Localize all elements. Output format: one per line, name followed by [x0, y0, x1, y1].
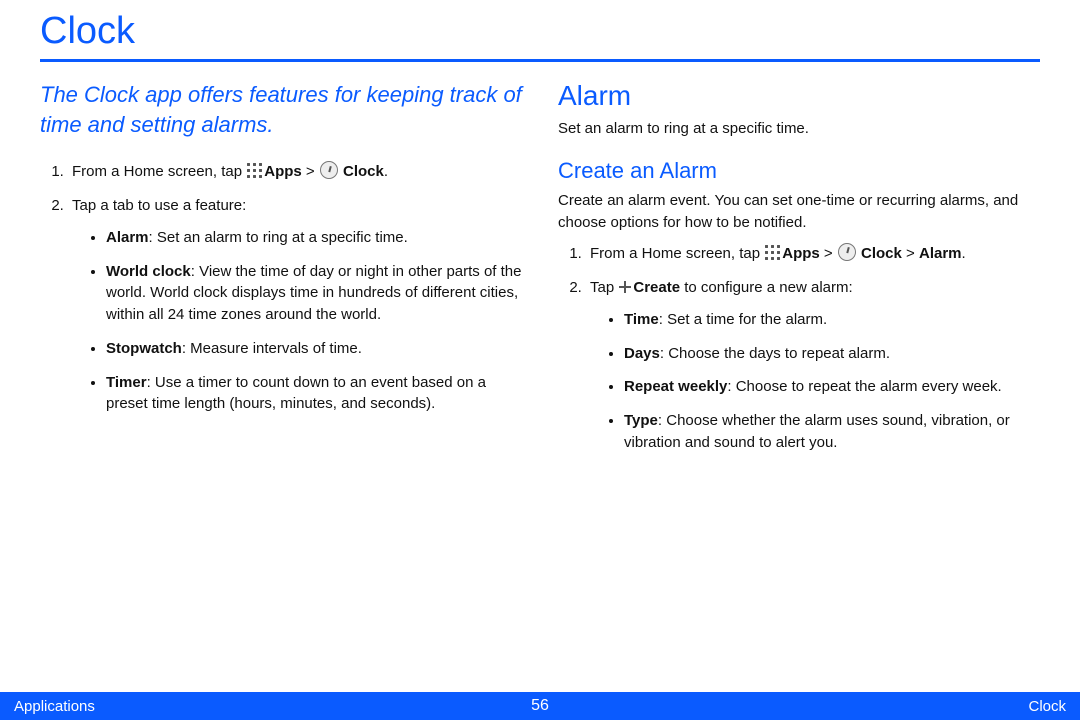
clock-label: Clock — [861, 245, 902, 262]
clock-icon — [838, 243, 856, 261]
right-steps: From a Home screen, tap Apps > Clock > A… — [558, 243, 1040, 453]
days-text: : Choose the days to repeat alarm. — [660, 345, 890, 362]
step-text: Tap — [590, 279, 618, 296]
left-step-2: Tap a tab to use a feature: Alarm: Set a… — [68, 195, 522, 415]
stopwatch-text: : Measure intervals of time. — [182, 340, 362, 357]
gt: > — [302, 163, 319, 180]
alarm-intro: Set an alarm to ring at a specific time. — [558, 118, 1040, 140]
page-title: Clock — [40, 0, 1040, 59]
apps-icon — [765, 245, 781, 261]
apps-icon — [247, 163, 263, 179]
footer-left: Applications — [14, 698, 95, 715]
right-column: Alarm Set an alarm to ring at a specific… — [558, 80, 1040, 466]
left-steps: From a Home screen, tap Apps > Clock. Ta… — [40, 161, 522, 415]
period: . — [384, 163, 388, 180]
list-item: Days: Choose the days to repeat alarm. — [624, 343, 1040, 365]
list-item: World clock: View the time of day or nig… — [106, 261, 522, 326]
gt: > — [820, 245, 837, 262]
period: . — [962, 245, 966, 262]
time-label: Time — [624, 311, 659, 328]
create-label: Create — [633, 279, 680, 296]
step-text: Tap a tab to use a feature: — [72, 197, 246, 214]
apps-label: Apps — [782, 245, 820, 262]
step-text: From a Home screen, tap — [72, 163, 246, 180]
left-step2-bullets: Alarm: Set an alarm to ring at a specifi… — [72, 227, 522, 415]
clock-label: Clock — [343, 163, 384, 180]
list-item: Type: Choose whether the alarm uses soun… — [624, 410, 1040, 454]
type-label: Type — [624, 412, 658, 429]
plus-icon — [618, 280, 632, 294]
list-item: Alarm: Set an alarm to ring at a specifi… — [106, 227, 522, 249]
time-text: : Set a time for the alarm. — [659, 311, 827, 328]
repeat-label: Repeat weekly — [624, 378, 727, 395]
alarm-text: : Set an alarm to ring at a specific tim… — [149, 229, 408, 246]
alarm-nav-label: Alarm — [919, 245, 962, 262]
footer-page-number: 56 — [531, 697, 549, 715]
gt: > — [902, 245, 919, 262]
left-column: The Clock app offers features for keepin… — [40, 80, 522, 466]
timer-text: : Use a timer to count down to an event … — [106, 374, 486, 413]
right-step-2: Tap Create to configure a new alarm: Tim… — [586, 277, 1040, 454]
alarm-heading: Alarm — [558, 80, 1040, 112]
list-item: Time: Set a time for the alarm. — [624, 309, 1040, 331]
step-text-post: to configure a new alarm: — [680, 279, 853, 296]
create-alarm-intro: Create an alarm event. You can set one-t… — [558, 190, 1040, 234]
repeat-text: : Choose to repeat the alarm every week. — [727, 378, 1001, 395]
step-text: From a Home screen, tap — [590, 245, 764, 262]
world-label: World clock — [106, 263, 191, 280]
alarm-label: Alarm — [106, 229, 149, 246]
right-step-1: From a Home screen, tap Apps > Clock > A… — [586, 243, 1040, 265]
list-item: Timer: Use a timer to count down to an e… — [106, 372, 522, 416]
create-alarm-heading: Create an Alarm — [558, 158, 1040, 184]
page-footer: Applications 56 Clock — [0, 692, 1080, 720]
clock-icon — [320, 161, 338, 179]
left-step-1: From a Home screen, tap Apps > Clock. — [68, 161, 522, 183]
title-rule — [40, 59, 1040, 62]
apps-label: Apps — [264, 163, 302, 180]
type-text: : Choose whether the alarm uses sound, v… — [624, 412, 1010, 451]
list-item: Repeat weekly: Choose to repeat the alar… — [624, 376, 1040, 398]
days-label: Days — [624, 345, 660, 362]
timer-label: Timer — [106, 374, 147, 391]
intro-text: The Clock app offers features for keepin… — [40, 80, 522, 139]
stopwatch-label: Stopwatch — [106, 340, 182, 357]
right-step2-bullets: Time: Set a time for the alarm. Days: Ch… — [590, 309, 1040, 454]
footer-right: Clock — [1028, 698, 1066, 715]
list-item: Stopwatch: Measure intervals of time. — [106, 338, 522, 360]
